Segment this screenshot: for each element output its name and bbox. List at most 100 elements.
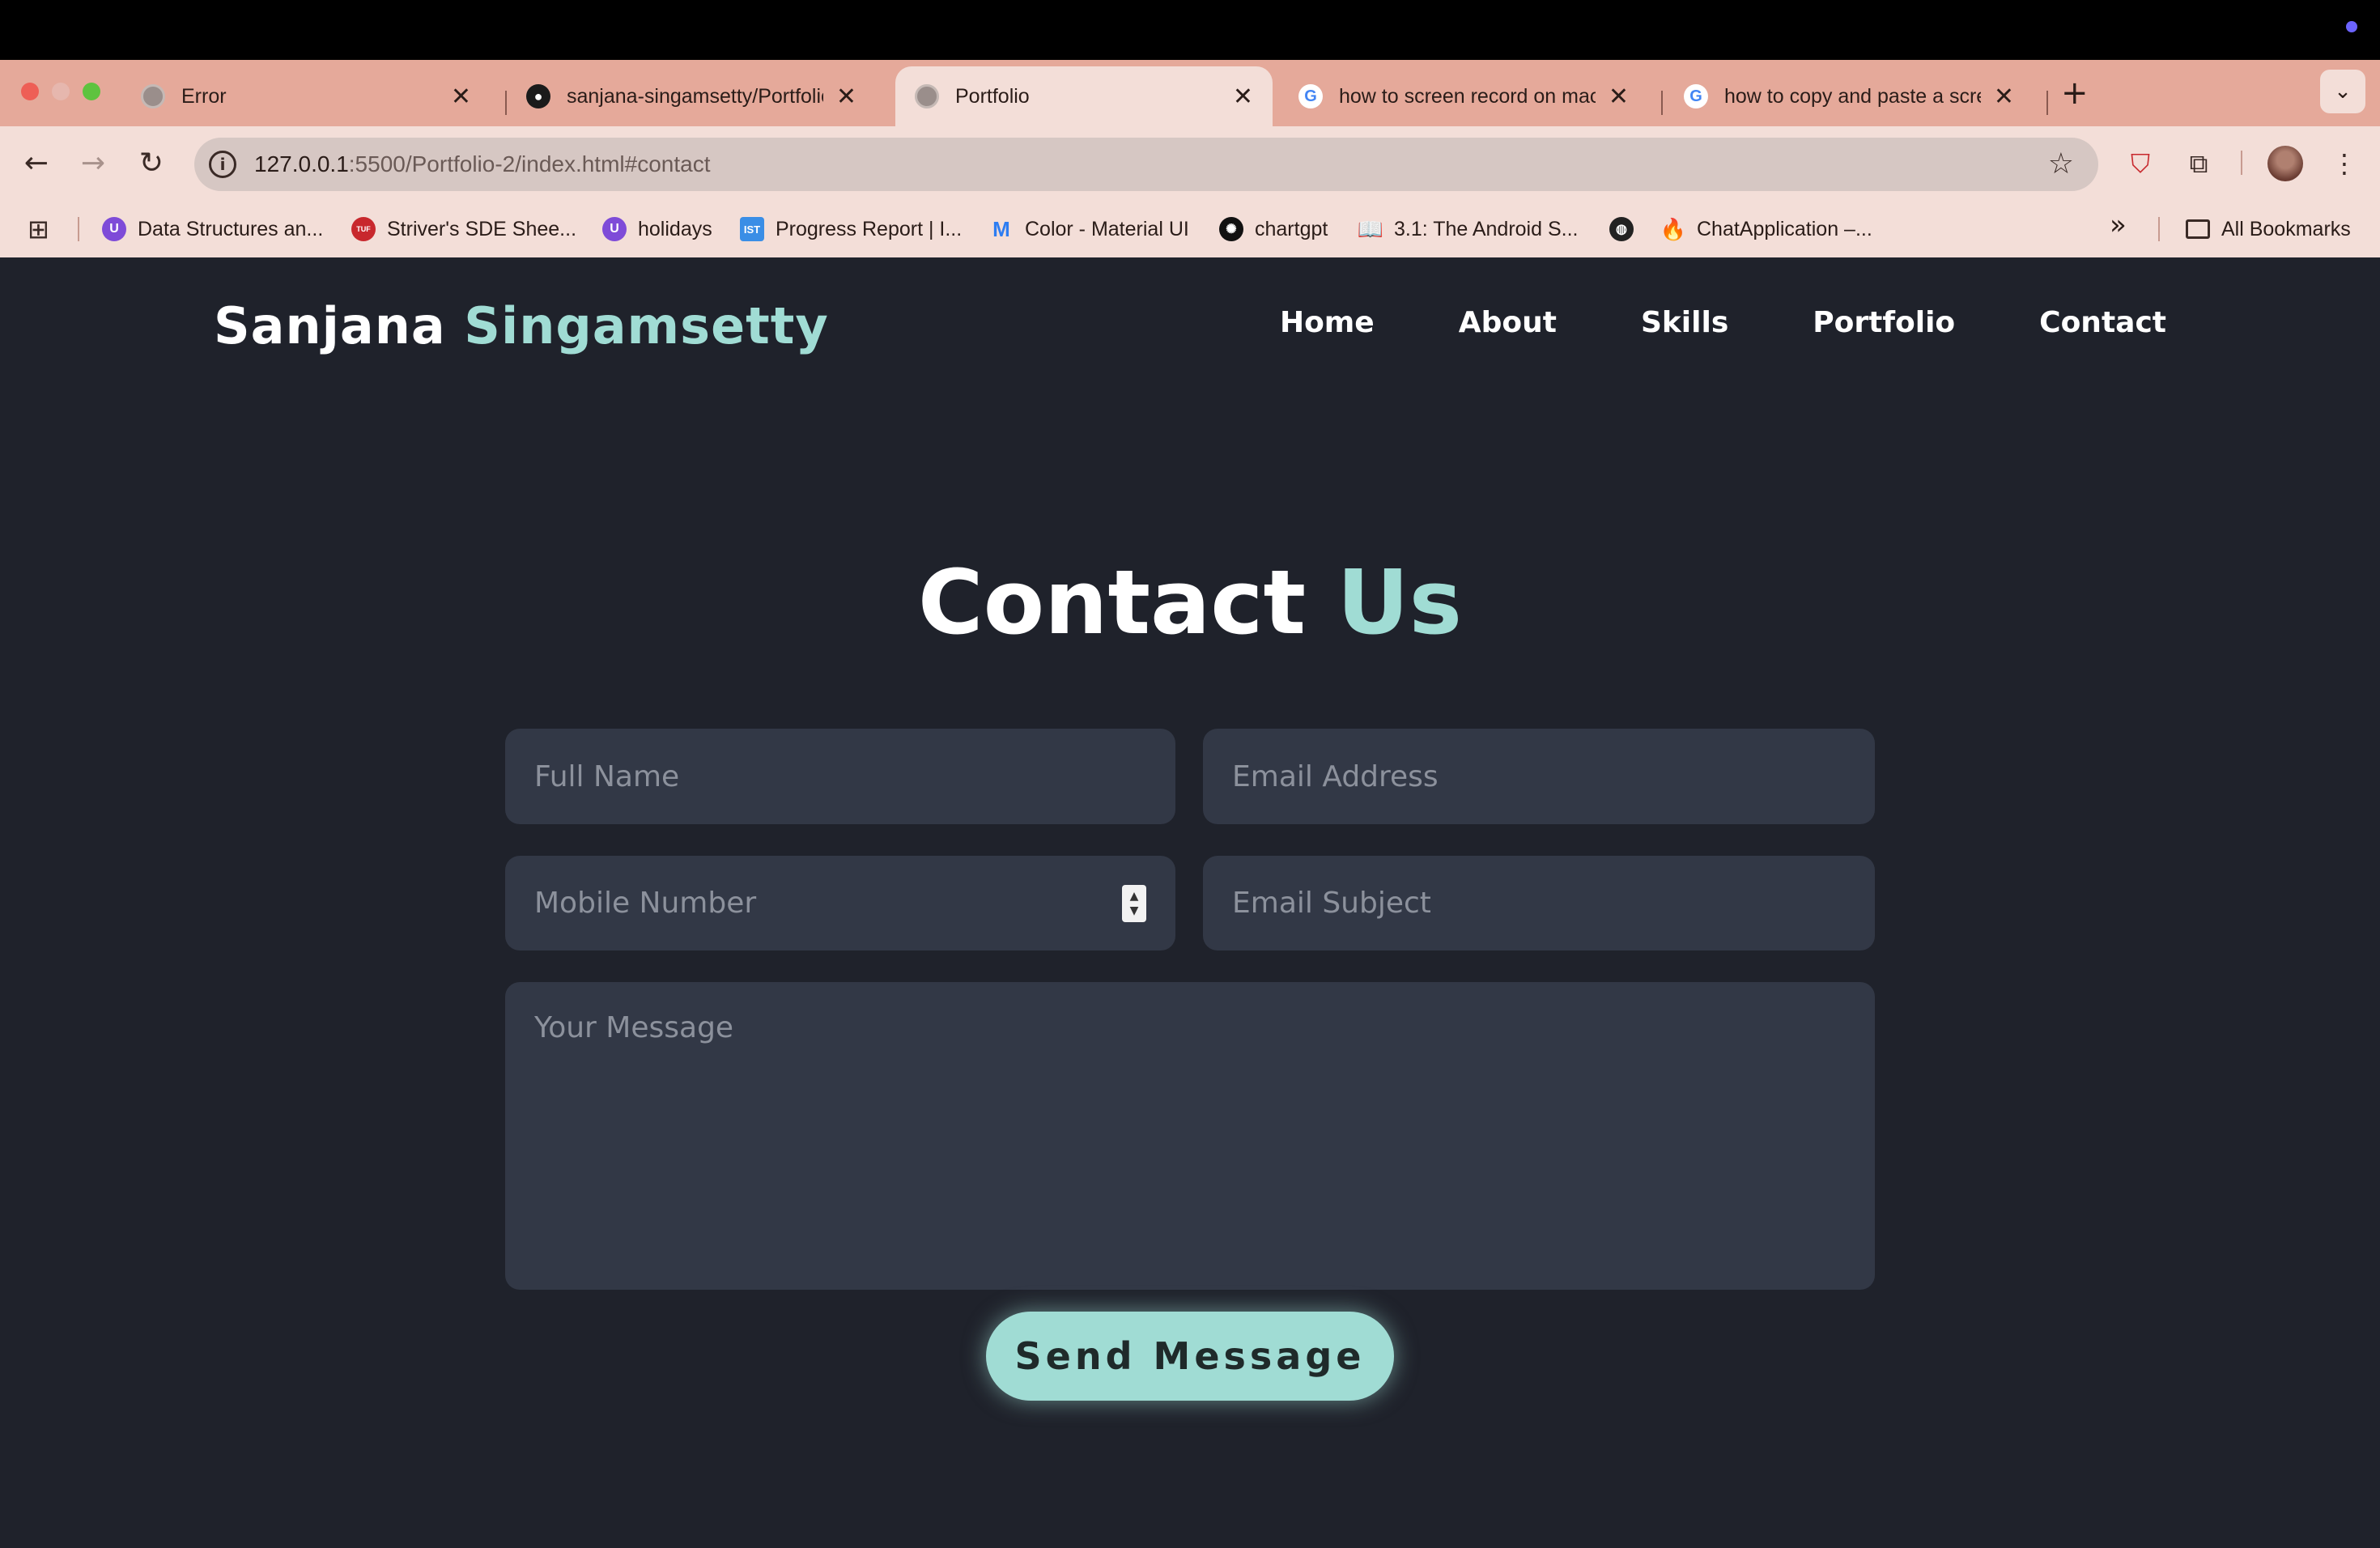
mobile-placeholder: Mobile Number	[534, 887, 757, 920]
tab-title: how to screen record on mac	[1339, 84, 1596, 108]
tab-divider	[1661, 91, 1663, 115]
bookmark-label: holidays	[638, 217, 712, 240]
close-tab-icon[interactable]: ✕	[451, 83, 471, 111]
url-host: 127.0.0.1	[254, 151, 349, 176]
tab-github[interactable]: ● sanjana-singamsetty/Portfolio ✕	[507, 66, 876, 126]
tab-bar: Error ✕ ● sanjana-singamsetty/Portfolio …	[0, 60, 2380, 126]
bookmark-icon: TUF	[351, 217, 376, 241]
message-textarea[interactable]: Your Message	[505, 982, 1875, 1290]
all-bookmarks-label: All Bookmarks	[2221, 217, 2351, 240]
nav-home[interactable]: Home	[1280, 306, 1375, 339]
tab-search-button[interactable]: ⌄	[2320, 70, 2365, 113]
shield-extension-icon[interactable]: ⛉	[2121, 144, 2160, 183]
tab-title: Portfolio	[955, 84, 1030, 108]
google-icon: G	[1298, 84, 1323, 108]
bookmark-item[interactable]: 📖 3.1: The Android S...	[1357, 212, 1579, 246]
nav-contact[interactable]: Contact	[2039, 306, 2166, 339]
close-tab-icon[interactable]: ✕	[1609, 83, 1629, 111]
url-text[interactable]: 127.0.0.1:5500/Portfolio-2/index.html#co…	[254, 151, 710, 177]
close-tab-icon[interactable]: ✕	[1994, 83, 2014, 111]
page-content: Sanjana Singamsetty Home About Skills Po…	[0, 257, 2380, 1548]
apps-grid-icon[interactable]: ⊞	[28, 214, 49, 245]
tab-portfolio[interactable]: Portfolio ✕	[895, 66, 1273, 126]
close-tab-icon[interactable]: ✕	[836, 83, 856, 111]
bookmark-label: Color - Material UI	[1025, 217, 1189, 240]
address-bar[interactable]: i 127.0.0.1:5500/Portfolio-2/index.html#…	[194, 138, 2098, 191]
tab-google-screen-record[interactable]: G how to screen record on mac ✕	[1279, 66, 1648, 126]
send-message-button[interactable]: Send Message	[986, 1312, 1394, 1401]
bookmark-item[interactable]: M Color - Material UI	[989, 212, 1189, 246]
globe-icon: ◍	[1609, 217, 1634, 241]
bookmark-label: ChatApplication –...	[1697, 217, 1872, 240]
bookmarks-divider	[2158, 217, 2160, 241]
bookmark-item[interactable]: U holidays	[602, 212, 712, 246]
new-tab-button[interactable]: +	[2061, 74, 2089, 112]
email-input[interactable]: Email Address	[1203, 729, 1875, 824]
contact-heading: Contact Us	[0, 551, 2380, 654]
nav-about[interactable]: About	[1459, 306, 1557, 339]
bookmark-icon: 📖	[1357, 216, 1384, 241]
number-spinner-icon[interactable]: ▲ ▼	[1122, 885, 1146, 922]
system-top-strip	[0, 0, 2380, 60]
folder-icon	[2186, 219, 2210, 239]
reload-button[interactable]: ↻	[131, 142, 172, 183]
nav-skills[interactable]: Skills	[1641, 306, 1728, 339]
tab-title: sanjana-singamsetty/Portfolio	[567, 84, 823, 108]
back-button[interactable]: ←	[16, 142, 57, 183]
globe-icon	[915, 84, 939, 108]
status-dot-icon	[2346, 21, 2357, 32]
full-name-input[interactable]: Full Name	[505, 729, 1175, 824]
bookmark-label: Progress Report | I...	[776, 217, 963, 240]
email-placeholder: Email Address	[1232, 759, 1439, 793]
tab-title: Error	[181, 84, 227, 108]
minimize-window-button[interactable]	[52, 83, 70, 100]
bookmark-icon: IST	[740, 217, 764, 241]
full-name-placeholder: Full Name	[534, 759, 680, 793]
bookmark-label: Data Structures an...	[138, 217, 324, 240]
bookmarks-bar: U Data Structures an... TUF Striver's SD…	[0, 201, 2380, 257]
heading-second: Us	[1337, 551, 1463, 654]
forward-button[interactable]: →	[73, 142, 113, 183]
window-controls	[21, 83, 100, 100]
google-icon: G	[1684, 84, 1708, 108]
browser-toolbar: ← → ↻ i 127.0.0.1:5500/Portfolio-2/index…	[0, 126, 2380, 201]
bookmark-label: chartgpt	[1255, 217, 1328, 240]
bookmark-icon: M	[992, 216, 1010, 241]
mobile-number-input[interactable]: Mobile Number ▲ ▼	[505, 856, 1175, 950]
url-path: :5500/Portfolio-2/index.html#contact	[348, 151, 711, 176]
bookmark-item[interactable]: 🔥 ChatApplication –...	[1660, 212, 1872, 246]
email-subject-input[interactable]: Email Subject	[1203, 856, 1875, 950]
github-icon: ●	[526, 84, 550, 108]
browser-menu-icon[interactable]: ⋮	[2325, 144, 2364, 183]
tab-error[interactable]: Error ✕	[121, 66, 491, 126]
maximize-window-button[interactable]	[83, 83, 100, 100]
logo-first-name: Sanjana	[214, 296, 446, 355]
bookmark-label: Striver's SDE Shee...	[387, 217, 577, 240]
bookmark-item[interactable]: IST Progress Report | I...	[740, 212, 962, 246]
site-logo[interactable]: Sanjana Singamsetty	[214, 296, 829, 355]
all-bookmarks-button[interactable]: All Bookmarks	[2186, 212, 2351, 246]
profile-avatar[interactable]	[2267, 146, 2303, 181]
tab-title: how to copy and paste a scre	[1724, 84, 1981, 108]
globe-icon	[141, 84, 165, 108]
bookmark-icon: ✺	[1219, 217, 1243, 241]
bookmark-item[interactable]: U Data Structures an...	[102, 212, 323, 246]
more-bookmarks-chevron-icon[interactable]: »	[2110, 209, 2127, 241]
bookmark-item[interactable]: ✺ chartgpt	[1219, 212, 1328, 246]
tab-google-copy-paste[interactable]: G how to copy and paste a scre ✕	[1664, 66, 2034, 126]
bookmark-star-icon[interactable]: ☆	[2048, 147, 2074, 181]
close-tab-icon[interactable]: ✕	[1233, 83, 1253, 111]
bookmarks-divider	[78, 217, 79, 241]
logo-last-name: Singamsetty	[464, 296, 829, 355]
heading-first: Contact	[917, 551, 1307, 654]
bookmark-item[interactable]: TUF Striver's SDE Shee...	[351, 212, 576, 246]
bookmark-icon: 🔥	[1660, 216, 1687, 241]
close-window-button[interactable]	[21, 83, 39, 100]
bookmark-label: 3.1: The Android S...	[1394, 217, 1579, 240]
site-nav: Home About Skills Portfolio Contact	[1280, 306, 2166, 339]
tab-divider	[2046, 91, 2048, 115]
bookmark-globe[interactable]: ◍	[1609, 212, 1645, 246]
nav-portfolio[interactable]: Portfolio	[1813, 306, 1955, 339]
extensions-puzzle-icon[interactable]: ⧉	[2179, 144, 2218, 183]
site-info-icon[interactable]: i	[209, 151, 236, 178]
